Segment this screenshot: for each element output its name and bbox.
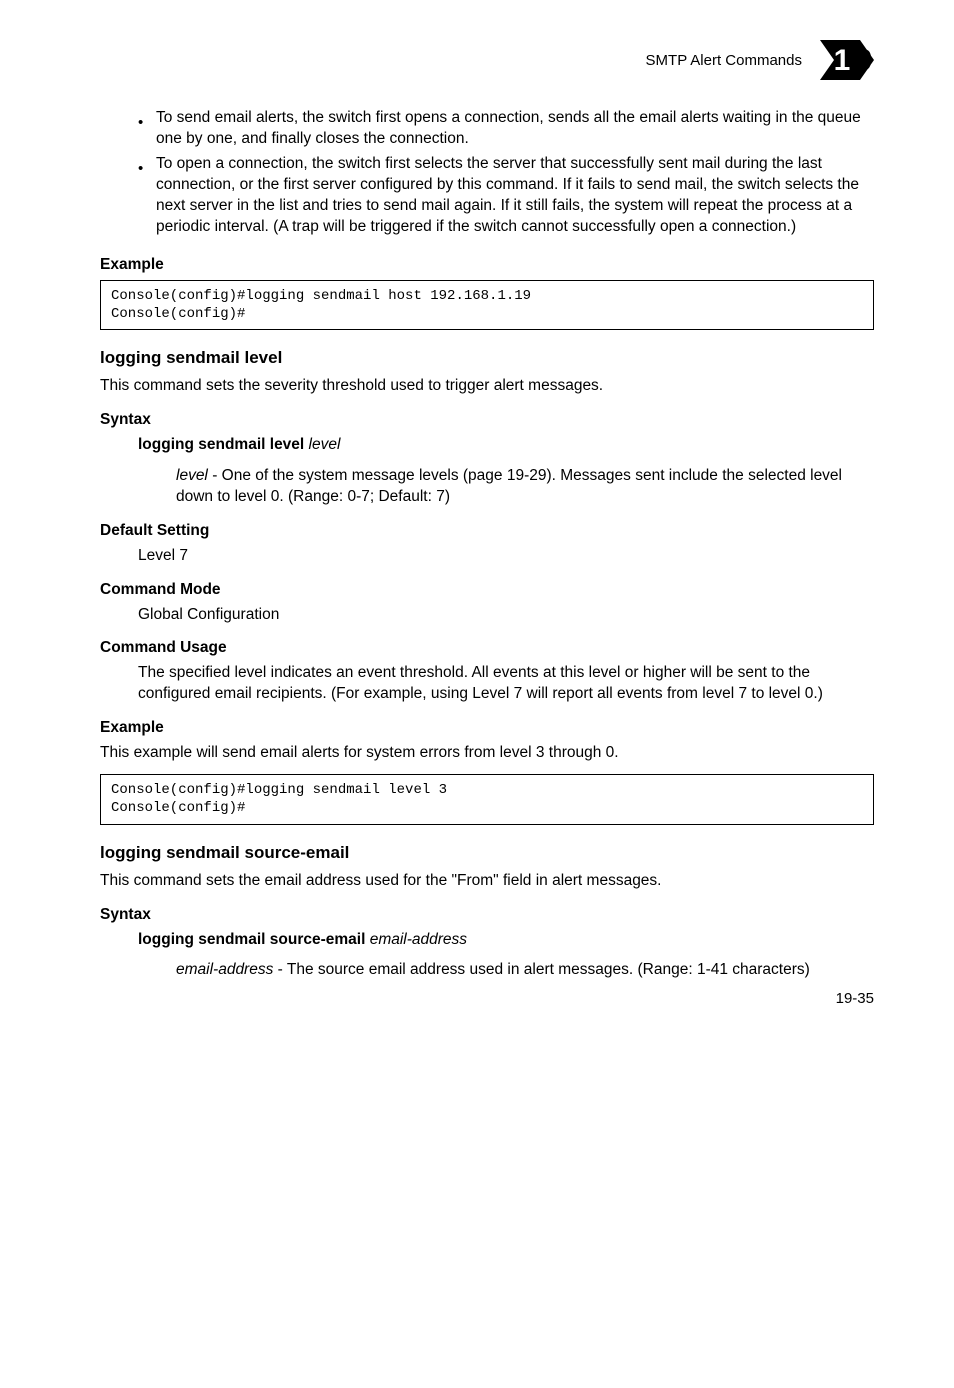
mode-value: Global Configuration <box>100 605 874 626</box>
example-intro: This example will send email alerts for … <box>100 743 874 764</box>
bullet-icon: • <box>138 161 144 176</box>
bullet-text: To open a connection, the switch first s… <box>156 154 874 238</box>
syntax-italic: email-address <box>365 931 467 948</box>
example-heading: Example <box>100 256 874 274</box>
header-title: SMTP Alert Commands <box>646 52 802 69</box>
code-block: Console(config)#logging sendmail host 19… <box>100 280 874 330</box>
badge-digit-2: 9 <box>856 44 873 77</box>
syntax-heading: Syntax <box>100 411 874 429</box>
syntax-command: logging sendmail level level <box>100 435 874 456</box>
syntax-heading: Syntax <box>100 906 874 924</box>
param-desc: - One of the system message levels (page… <box>176 467 842 505</box>
chapter-badge-icon: 1 9 <box>820 40 874 80</box>
param-name: level <box>176 467 208 484</box>
mode-heading: Command Mode <box>100 581 874 599</box>
example-heading: Example <box>100 719 874 737</box>
bullet-icon: • <box>138 115 144 130</box>
syntax-command: logging sendmail source-email email-addr… <box>100 930 874 951</box>
syntax-bold: logging sendmail level <box>138 436 304 453</box>
list-item: • To open a connection, the switch first… <box>138 154 874 238</box>
code-block: Console(config)#logging sendmail level 3… <box>100 774 874 824</box>
command-heading-source: logging sendmail source-email <box>100 843 874 863</box>
param-name: email-address <box>176 961 273 978</box>
command-intro: This command sets the email address used… <box>100 871 874 892</box>
default-heading: Default Setting <box>100 522 874 540</box>
list-item: • To send email alerts, the switch first… <box>138 108 874 150</box>
syntax-param: level - One of the system message levels… <box>100 466 874 508</box>
usage-heading: Command Usage <box>100 639 874 657</box>
page-container: SMTP Alert Commands 1 9 • To send email … <box>0 0 954 1031</box>
intro-bullet-list: • To send email alerts, the switch first… <box>100 108 874 238</box>
default-value: Level 7 <box>100 546 874 567</box>
command-heading-level: logging sendmail level <box>100 348 874 368</box>
badge-digit-1: 1 <box>834 44 851 77</box>
syntax-bold: logging sendmail source-email <box>138 931 365 948</box>
page-number: 19-35 <box>836 990 874 1007</box>
bullet-text: To send email alerts, the switch first o… <box>156 108 874 150</box>
param-desc: - The source email address used in alert… <box>273 961 809 978</box>
usage-text: The specified level indicates an event t… <box>100 663 874 705</box>
syntax-italic: level <box>304 436 340 453</box>
syntax-param: email-address - The source email address… <box>100 960 874 981</box>
command-intro: This command sets the severity threshold… <box>100 376 874 397</box>
page-header: SMTP Alert Commands 1 9 <box>100 40 874 80</box>
